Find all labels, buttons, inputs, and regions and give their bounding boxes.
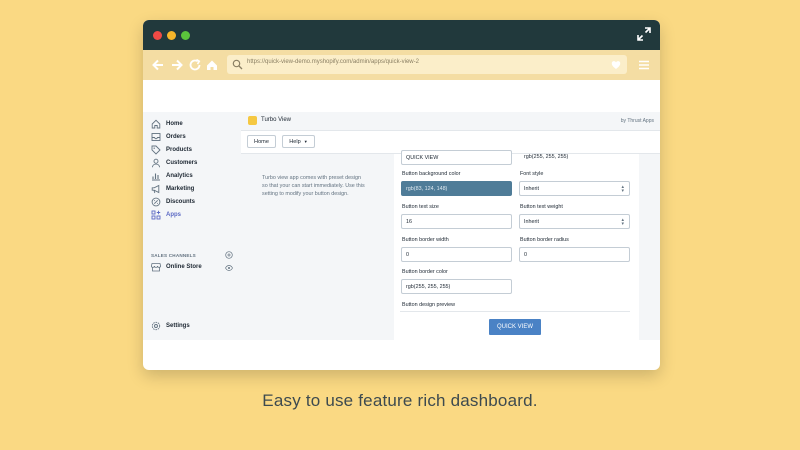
search-icon [232, 59, 243, 70]
text-color-value[interactable]: rgb(255, 255, 255) [524, 154, 568, 160]
select-arrows-icon: ▴ ▾ [621, 184, 624, 194]
expand-icon[interactable] [637, 27, 651, 41]
heart-icon[interactable] [611, 60, 621, 70]
app-vendor: by Thrust Apps [620, 118, 654, 124]
bg-color-label: Button background color [402, 171, 461, 177]
border-radius-input[interactable]: 0 [519, 247, 630, 262]
text-weight-label: Button text weight [520, 204, 563, 210]
sidebar-item-marketing[interactable]: Marketing [151, 183, 194, 195]
select-arrows-icon: ▴ ▾ [621, 217, 624, 227]
border-radius-label: Button border radius [520, 237, 569, 243]
sidebar-item-online-store[interactable]: Online Store [151, 261, 202, 273]
app-title: Turbo View [261, 117, 292, 123]
font-style-value: Inherit [524, 185, 539, 192]
sidebar: Home Orders Products Customers Analytics… [143, 112, 241, 340]
sidebar-item-products[interactable]: Products [151, 144, 192, 156]
browser-window: https://quick-view-demo.myshopify.com/ad… [143, 20, 660, 370]
border-width-input[interactable]: 0 [401, 247, 512, 262]
discount-icon [151, 197, 161, 207]
help-button[interactable]: Help ▼ [282, 135, 315, 148]
font-style-label: Font style [520, 171, 544, 177]
address-bar[interactable]: https://quick-view-demo.myshopify.com/ad… [227, 55, 627, 74]
add-channel-plus-icon[interactable] [225, 251, 233, 259]
sidebar-item-label: Apps [166, 212, 181, 218]
chevron-down-icon: ▼ [303, 139, 308, 144]
caption: Easy to use feature rich dashboard. [262, 391, 538, 410]
close-window-dot[interactable] [153, 31, 162, 40]
font-style-select[interactable]: Inherit ▴ ▾ [519, 181, 630, 196]
apps-icon [151, 210, 161, 220]
home-button[interactable]: Home [247, 135, 276, 148]
orders-icon [151, 133, 161, 141]
person-icon [152, 158, 160, 168]
description-line: so that your can start immediately. Use … [262, 183, 365, 189]
preview-label: Button design preview [402, 302, 456, 308]
description-line: Turbo view app comes with preset design [262, 175, 361, 181]
sidebar-item-label: Marketing [166, 186, 195, 192]
sidebar-item-label: Orders [166, 134, 186, 140]
back-arrow-icon[interactable] [151, 58, 165, 72]
button-design-card: QUICK VIEW rgb(255, 255, 255) Button bac… [394, 150, 639, 340]
sidebar-item-label: Settings [166, 323, 190, 329]
button-text-input[interactable]: QUICK VIEW [401, 150, 512, 165]
bg-color-input[interactable]: rgb(83, 124, 148) [401, 181, 512, 196]
sidebar-item-label: Discounts [166, 199, 196, 205]
description-line: setting to modify your button design. [262, 191, 349, 197]
sidebar-item-settings[interactable]: Settings [151, 321, 190, 331]
sidebar-item-label: Online Store [166, 264, 202, 270]
help-button-label: Help [289, 138, 301, 145]
minimize-window-dot[interactable] [167, 31, 176, 40]
home-icon [151, 119, 161, 129]
sidebar-item-label: Customers [166, 160, 198, 166]
app-header: Turbo View by Thrust Apps [241, 112, 660, 131]
settings-description: Turbo view app comes with preset design … [262, 174, 386, 198]
reload-icon[interactable] [188, 58, 202, 72]
hamburger-menu-icon[interactable] [638, 59, 650, 71]
maximize-window-dot[interactable] [181, 31, 190, 40]
store-icon [151, 263, 161, 272]
sidebar-item-customers[interactable]: Customers [151, 157, 197, 169]
border-width-label: Button border width [402, 237, 449, 243]
border-color-label: Button border color [402, 269, 448, 275]
forward-arrow-icon[interactable] [170, 58, 184, 72]
text-size-input[interactable]: 16 [401, 214, 512, 229]
turbo-view-logo [248, 116, 257, 125]
text-weight-value: Inherit [524, 218, 539, 225]
sidebar-item-label: Home [166, 121, 183, 127]
gear-icon [151, 321, 161, 331]
sidebar-item-analytics[interactable]: Analytics [151, 170, 193, 182]
sidebar-item-label: Products [166, 147, 193, 153]
sidebar-item-apps[interactable]: Apps [151, 209, 181, 221]
sidebar-item-home[interactable]: Home [151, 118, 183, 130]
bar-chart-icon [152, 173, 160, 181]
url-text: https://quick-view-demo.myshopify.com/ad… [247, 59, 419, 65]
window-titlebar [143, 20, 660, 50]
sidebar-item-label: Analytics [166, 173, 193, 179]
preview-divider [400, 311, 630, 312]
border-color-input[interactable]: rgb(255, 255, 255) [401, 279, 512, 294]
quick-view-preview-button[interactable]: QUICK VIEW [489, 319, 541, 335]
text-size-label: Button text size [402, 204, 439, 210]
sales-channels-heading: SALES CHANNELS [151, 253, 196, 258]
sidebar-item-discounts[interactable]: Discounts [151, 196, 195, 208]
eye-icon[interactable] [225, 264, 233, 272]
browser-toolbar: https://quick-view-demo.myshopify.com/ad… [143, 50, 660, 80]
home-browser-icon[interactable] [205, 58, 219, 72]
megaphone-icon [151, 184, 160, 194]
text-weight-select[interactable]: Inherit ▴ ▾ [519, 214, 630, 229]
sidebar-item-orders[interactable]: Orders [151, 131, 186, 143]
tag-icon [151, 145, 161, 155]
